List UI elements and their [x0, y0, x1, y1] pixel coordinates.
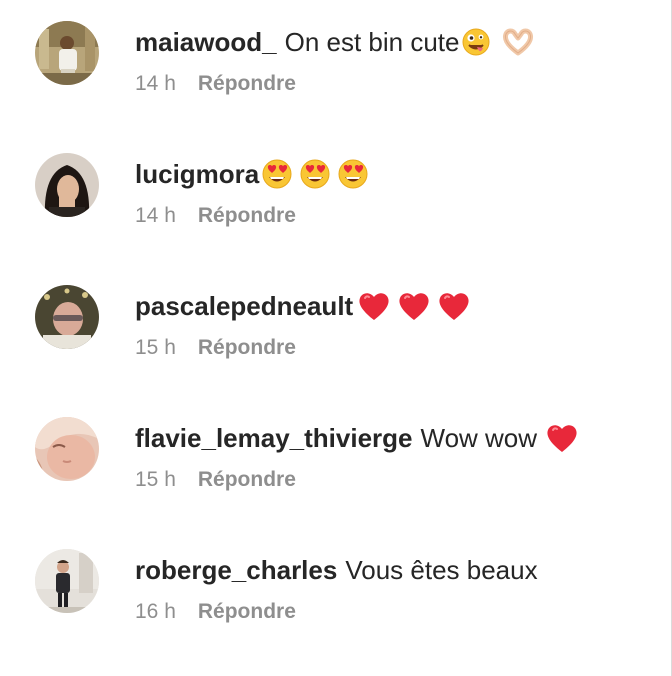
comment-item: pascalepedneault 15 h Répondre: [35, 285, 655, 385]
avatar[interactable]: [35, 417, 99, 481]
reply-button[interactable]: Répondre: [198, 336, 296, 359]
comment-username[interactable]: roberge_charles: [135, 553, 337, 587]
comment-timestamp: 15 h: [135, 468, 176, 491]
avatar[interactable]: [35, 21, 99, 85]
comment-timestamp: 14 h: [135, 72, 176, 95]
red-heart-icon: [545, 422, 579, 454]
red-heart-icon: [437, 290, 471, 322]
reply-button[interactable]: Répondre: [198, 600, 296, 623]
heart-hands-icon: [501, 27, 535, 57]
comment-username[interactable]: pascalepedneault: [135, 289, 353, 323]
avatar[interactable]: [35, 549, 99, 613]
comment-item: lucigmora 14 h Répondre: [35, 153, 655, 253]
comment-username[interactable]: lucigmora: [135, 157, 259, 191]
comment-text: On est bin cute: [284, 27, 460, 57]
zany-face-icon: [461, 27, 491, 57]
red-heart-icon: [357, 290, 391, 322]
comment-text: Wow wow: [420, 423, 538, 453]
comment-item: flavie_lemay_thivierge Wow wow 15 h Répon…: [35, 417, 655, 517]
reply-button[interactable]: Répondre: [198, 72, 296, 95]
red-heart-icon: [397, 290, 431, 322]
comment-username[interactable]: flavie_lemay_thivierge: [135, 421, 413, 455]
avatar[interactable]: [35, 153, 99, 217]
heart-eyes-icon: [261, 158, 293, 190]
comment-text: Vous êtes beaux: [345, 555, 538, 585]
heart-eyes-icon: [299, 158, 331, 190]
comment-timestamp: 16 h: [135, 600, 176, 623]
comment-timestamp: 15 h: [135, 336, 176, 359]
reply-button[interactable]: Répondre: [198, 204, 296, 227]
avatar[interactable]: [35, 285, 99, 349]
comment-username[interactable]: maiawood_: [135, 25, 277, 59]
reply-button[interactable]: Répondre: [198, 468, 296, 491]
comment-item: roberge_charles Vous êtes beaux 16 h Répo…: [35, 549, 655, 649]
heart-eyes-icon: [337, 158, 369, 190]
comment-timestamp: 14 h: [135, 204, 176, 227]
comment-item: maiawood_ On est bin cute 14 h Répondre: [35, 21, 655, 121]
